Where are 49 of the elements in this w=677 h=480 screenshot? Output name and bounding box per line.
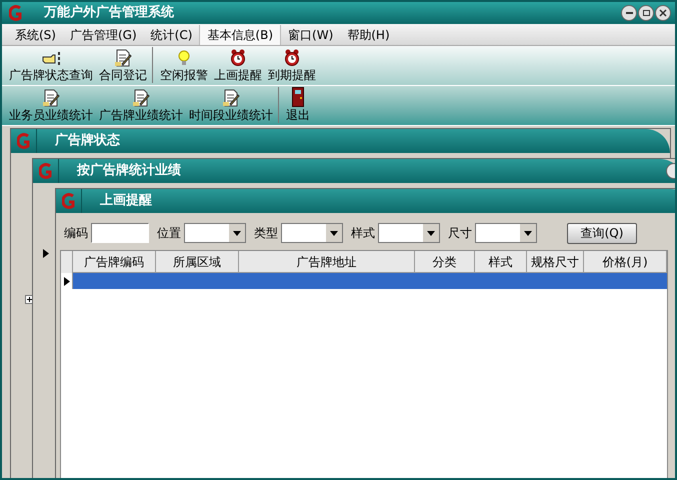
filter-label: 位置: [157, 225, 181, 242]
tree-expand-icon: [25, 295, 34, 304]
menu-item[interactable]: 帮助(H): [340, 24, 397, 44]
menu-item[interactable]: 系统(S): [8, 24, 63, 44]
alarm-clock-icon: [230, 49, 246, 67]
minimize-button[interactable]: [621, 5, 637, 21]
toolbar-button[interactable]: 广告牌业绩统计: [96, 89, 186, 123]
menu-item[interactable]: 窗口(W): [281, 24, 340, 44]
lightbulb-icon: [177, 49, 191, 67]
app-logo-icon: [16, 133, 30, 149]
document-pen-icon: [222, 89, 240, 107]
close-button[interactable]: [655, 5, 671, 21]
dropdown-field[interactable]: [378, 223, 440, 243]
menu-item[interactable]: 统计(C): [144, 24, 200, 44]
toolbar-button[interactable]: 时间段业绩统计: [186, 89, 276, 123]
menu-item[interactable]: 广告管理(G): [62, 24, 144, 44]
dropdown-field[interactable]: [475, 223, 537, 243]
alarm-clock-icon: [284, 49, 300, 67]
row-indicator-icon: [43, 249, 49, 258]
toolbar-button[interactable]: 合同登记: [96, 49, 150, 83]
filter-label: 样式: [351, 225, 375, 242]
maximize-button[interactable]: [638, 5, 654, 21]
child-window-title: 广告牌状态: [55, 132, 120, 150]
toolbar-button[interactable]: 业务员业绩统计: [6, 89, 96, 123]
document-pen-icon: [42, 89, 60, 107]
door-icon: [292, 87, 304, 107]
menu-item[interactable]: 基本信息(B): [199, 24, 282, 44]
filter-label: 编码: [64, 225, 88, 242]
toolbar-button[interactable]: 空闲报警: [157, 49, 211, 83]
row-indicator-icon: [64, 276, 70, 286]
app-logo-icon: [9, 5, 23, 21]
app-logo-icon: [62, 193, 76, 209]
dropdown-field[interactable]: [281, 223, 343, 243]
toolbar-button[interactable]: 到期提醒: [265, 49, 319, 83]
filter-label: 尺寸: [448, 225, 472, 242]
app-logo-icon: [38, 163, 52, 179]
toolbar-button[interactable]: 广告牌状态查询: [6, 51, 96, 83]
dropdown-field[interactable]: [184, 223, 246, 243]
filter-label: 类型: [254, 225, 278, 242]
toolbar-button[interactable]: 退出: [283, 87, 313, 123]
child-window-title: 上画提醒: [100, 192, 152, 210]
document-pen-icon: [132, 89, 150, 107]
window-title: 万能户外广告管理系统: [44, 4, 174, 22]
close-icon: [659, 9, 667, 17]
document-pen-icon: [114, 49, 132, 67]
input-field[interactable]: [91, 223, 149, 243]
query-button[interactable]: 查询(Q): [567, 222, 637, 244]
child-window-title: 按广告牌统计业绩: [77, 162, 181, 180]
toolbar-button[interactable]: 上画提醒: [211, 49, 265, 83]
